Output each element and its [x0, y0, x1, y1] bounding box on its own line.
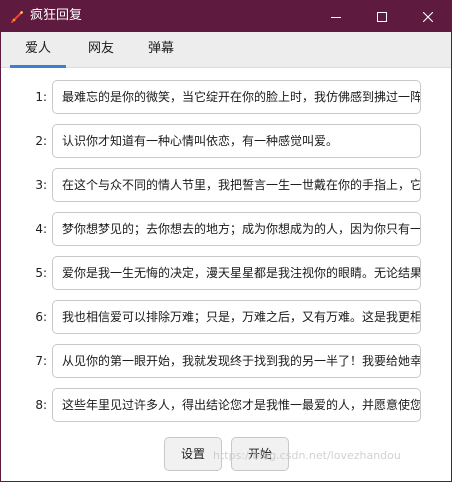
- tab-danmaku[interactable]: 弹幕: [133, 32, 189, 67]
- tab-lover[interactable]: 爱人: [10, 32, 66, 67]
- row-number: 4:: [35, 222, 47, 236]
- reply-row: 7: 从见你的第一眼开始，我就发现终于找到我的另一半了！我要给她幸福: [1, 344, 451, 378]
- reply-row: 4: 梦你想梦见的；去你想去的地方；成为你想成为的人，因为你只有一次生命: [1, 212, 451, 246]
- reply-row: 1: 最难忘的是你的微笑，当它绽开在你的脸上时，我仿佛感到拂过一阵春风: [1, 80, 451, 114]
- row-number: 8:: [35, 398, 47, 412]
- tab-netfriend[interactable]: 网友: [73, 32, 129, 67]
- title-bar[interactable]: 疯狂回复: [1, 1, 451, 32]
- reply-input[interactable]: 梦你想梦见的；去你想去的地方；成为你想成为的人，因为你只有一次生命: [52, 212, 421, 246]
- close-button[interactable]: [405, 1, 451, 32]
- minimize-button[interactable]: [313, 1, 359, 32]
- app-window: 疯狂回复 爱人 网友 弹幕 1: 最难忘的是你的微笑，当它绽开在你的脸上时，我仿…: [0, 0, 452, 482]
- row-number: 5:: [35, 266, 47, 280]
- row-number: 1:: [35, 90, 47, 104]
- row-number: 3:: [35, 178, 47, 192]
- reply-input[interactable]: 认识你才知道有一种心情叫依恋，有一种感觉叫爱。: [52, 124, 421, 158]
- reply-row: 8: 这些年里见过许多人，得出结论您才是我惟一最爱的人，并愿意使您幸福: [1, 388, 451, 422]
- reply-input[interactable]: 最难忘的是你的微笑，当它绽开在你的脸上时，我仿佛感到拂过一阵春风: [52, 80, 421, 114]
- reply-list-panel: 1: 最难忘的是你的微笑，当它绽开在你的脸上时，我仿佛感到拂过一阵春风 2: 认…: [1, 68, 451, 481]
- reply-input[interactable]: 在这个与众不同的情人节里，我把誓言一生一世戴在你的手指上，它会让你: [52, 168, 421, 202]
- reply-row: 2: 认识你才知道有一种心情叫依恋，有一种感觉叫爱。: [1, 124, 451, 158]
- reply-row: 5: 爱你是我一生无悔的决定，漫天星星都是我注视你的眼睛。无论结果怎样: [1, 256, 451, 290]
- maximize-icon: [377, 11, 387, 22]
- reply-input[interactable]: 爱你是我一生无悔的决定，漫天星星都是我注视你的眼睛。无论结果怎样: [52, 256, 421, 290]
- row-number: 6:: [35, 310, 47, 324]
- app-logo-icon: [10, 9, 24, 23]
- reply-input[interactable]: 我也相信爱可以排除万难；只是，万难之后，又有万难。这是我更相信的: [52, 300, 421, 334]
- tab-bar: 爱人 网友 弹幕: [1, 32, 451, 68]
- reply-input[interactable]: 从见你的第一眼开始，我就发现终于找到我的另一半了！我要给她幸福: [52, 344, 421, 378]
- reply-input[interactable]: 这些年里见过许多人，得出结论您才是我惟一最爱的人，并愿意使您幸福: [52, 388, 421, 422]
- reply-row: 3: 在这个与众不同的情人节里，我把誓言一生一世戴在你的手指上，它会让你: [1, 168, 451, 202]
- close-icon: [423, 11, 433, 22]
- maximize-button[interactable]: [359, 1, 405, 32]
- row-number: 2:: [35, 134, 47, 148]
- row-number: 7:: [35, 354, 47, 368]
- window-title: 疯狂回复: [30, 8, 83, 23]
- reply-row: 6: 我也相信爱可以排除万难；只是，万难之后，又有万难。这是我更相信的: [1, 300, 451, 334]
- minimize-icon: [331, 12, 341, 22]
- watermark-text: https://blog.csdn.net/lovezhandou: [213, 449, 401, 462]
